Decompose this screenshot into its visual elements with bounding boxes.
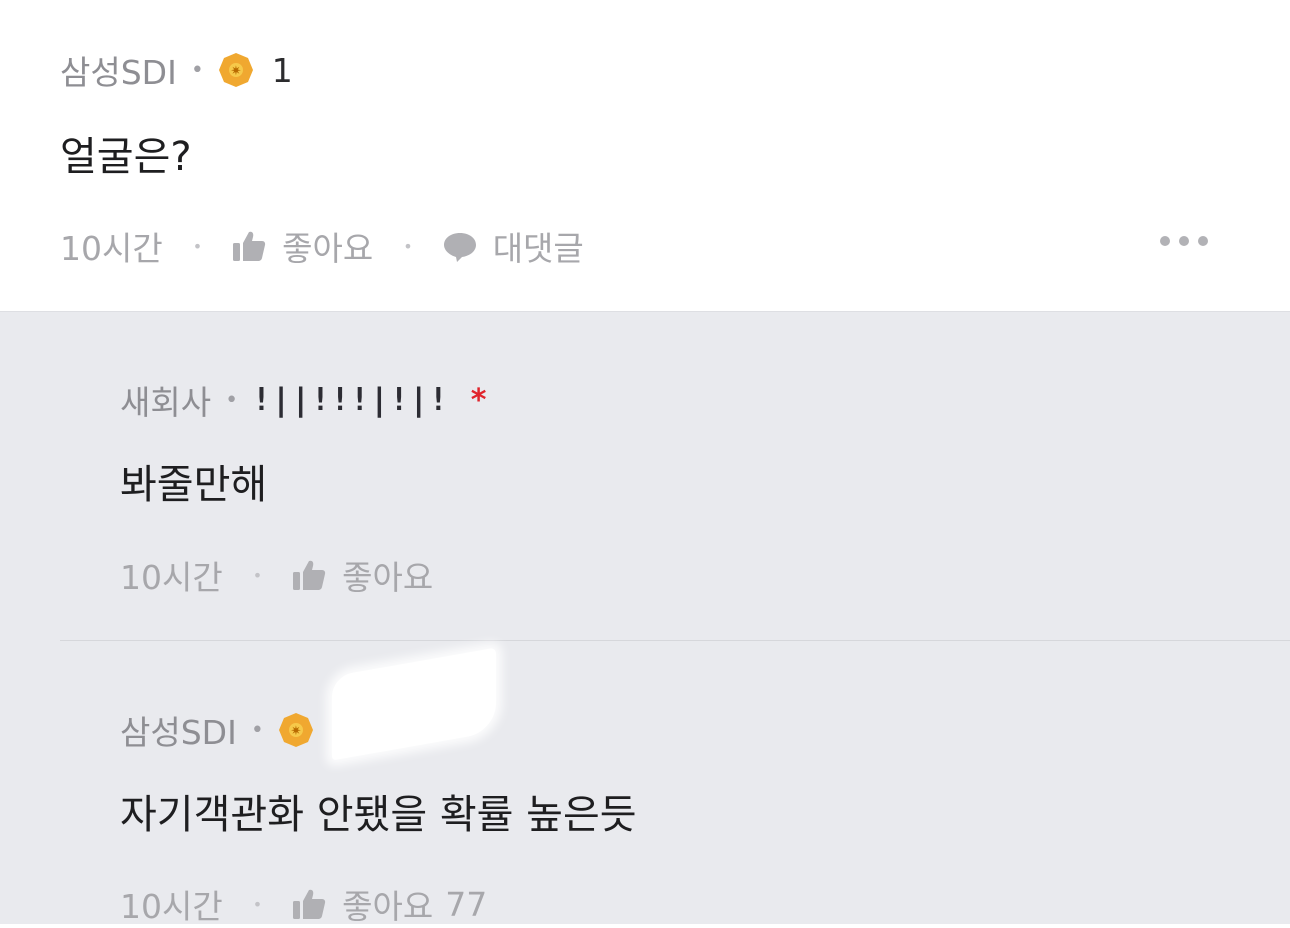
svg-text:✷: ✷ [230, 64, 241, 79]
like-button[interactable]: 좋아요 [292, 551, 433, 599]
separator-dot: • [252, 565, 263, 585]
reply-actions: 10시간 • 좋아요 [120, 551, 433, 599]
company-name[interactable]: 삼성SDI [120, 706, 237, 754]
like-label: 좋아요 [342, 887, 434, 926]
reply-body: 봐줄만해 [120, 462, 268, 508]
company-name[interactable]: 삼성SDI [60, 46, 177, 94]
reply-body: 자기객관화 안됐을 확률 높은듯 [120, 792, 637, 838]
separator-dot: • [403, 236, 413, 256]
comment-body: 얼굴은? [60, 134, 192, 180]
thumbs-up-icon [233, 231, 266, 261]
nickname[interactable]: !||!!!|!|! [252, 382, 449, 418]
badge-icon: ✷ [218, 52, 254, 88]
reply-time: 10시간 [120, 887, 223, 926]
like-label: 좋아요 [282, 229, 374, 268]
separator-dot: • [225, 387, 239, 413]
comment: 삼성SDI • ✷ 1 얼굴은? 10시간 • 좋아요 • 대댓글 [0, 0, 1290, 312]
rank-label: 1 [271, 50, 293, 90]
like-label: 좋아요 [342, 558, 434, 597]
like-count: 77 [445, 884, 488, 924]
separator-dot: • [250, 717, 264, 743]
separator-dot: • [190, 57, 204, 83]
reply-label: 대댓글 [492, 229, 584, 268]
company-name[interactable]: 새회사 [120, 376, 211, 424]
thumbs-up-icon [293, 560, 326, 590]
comment-actions: 10시간 • 좋아요 • 대댓글 [60, 222, 584, 270]
speech-bubble-icon [443, 233, 476, 262]
reply-actions: 10시간 • 좋아요 77 [120, 880, 487, 928]
badge-icon: ✷ [278, 712, 314, 748]
reply-divider [60, 640, 1290, 641]
separator-dot: • [252, 894, 263, 914]
thumbs-up-icon [293, 889, 326, 919]
star-marker: * [470, 382, 487, 418]
comment-meta: 삼성SDI • ✷ 1 [60, 46, 293, 94]
blur-mask [300, 44, 410, 92]
reply-meta: 새회사 • !||!!!|!|! * [120, 376, 486, 424]
reply-meta: 삼성SDI • ✷ 1 [120, 706, 353, 754]
reply-button[interactable]: 대댓글 [443, 222, 584, 270]
more-icon[interactable] [1160, 236, 1208, 246]
reply-time: 10시간 [120, 558, 223, 597]
comment-time: 10시간 [60, 229, 163, 268]
separator-dot: • [192, 236, 203, 256]
svg-text:✷: ✷ [290, 724, 301, 739]
like-button[interactable]: 좋아요 [232, 222, 373, 270]
like-button[interactable]: 좋아요 77 [292, 880, 487, 928]
